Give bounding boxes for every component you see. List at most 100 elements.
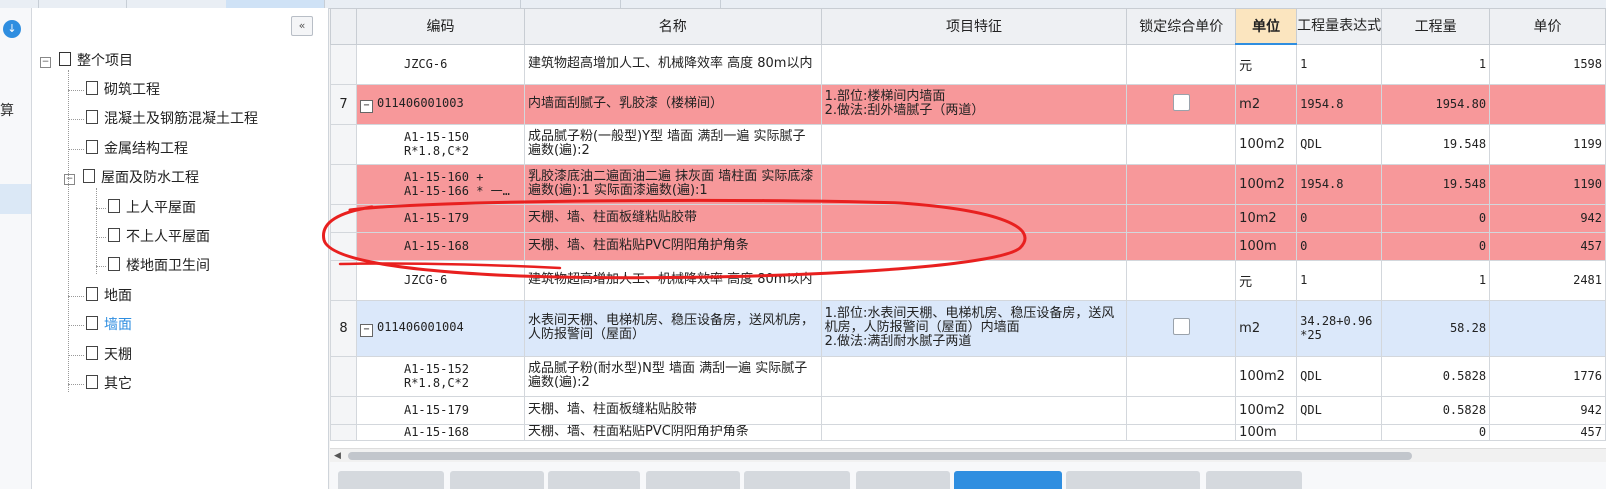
top-tab[interactable] xyxy=(420,0,521,8)
tree-item[interactable]: 不上人平屋面 xyxy=(108,227,210,247)
collapse-toggle-icon[interactable]: − xyxy=(40,57,51,68)
top-tab[interactable] xyxy=(520,0,621,8)
cell-name[interactable]: 天棚、墙、柱面板缝粘贴胶带 xyxy=(523,203,822,233)
cell-name[interactable]: 天棚、墙、柱面粘贴PVC阴阳角护角条 xyxy=(523,231,822,261)
cell-unit[interactable]: 100m2 xyxy=(1235,355,1298,397)
top-tab-active[interactable] xyxy=(226,0,325,8)
header-unit[interactable]: 单位 xyxy=(1235,8,1298,45)
cell-qty[interactable]: 58.28 xyxy=(1381,299,1491,357)
bottom-tab[interactable] xyxy=(1066,471,1200,489)
tree-root[interactable]: − 整个项目 xyxy=(40,51,133,71)
cell-qty[interactable]: 0 xyxy=(1381,231,1491,261)
table-row[interactable]: JZCG-6 建筑物超高增加人工、机械降效率 高度 80m以内元 1 1 2481 xyxy=(330,259,1606,301)
collapse-panel-icon[interactable]: « xyxy=(291,16,313,36)
header-feature[interactable]: 项目特征 xyxy=(820,8,1128,45)
cell-price[interactable]: 457 xyxy=(1489,423,1606,441)
cell-feature[interactable]: 1.部位:楼梯间内墙面 2.做法:刮外墙腻子（两道） xyxy=(820,83,1128,125)
bottom-tab[interactable] xyxy=(744,471,850,489)
cell-qty[interactable]: 1 xyxy=(1381,259,1491,301)
tree-item[interactable]: 天棚 xyxy=(86,345,132,365)
cell-name[interactable]: 乳胶漆底油二遍面油二遍 抹灰面 墙柱面 实际底漆遍数(遍):1 实际面漆遍数(遍… xyxy=(523,163,822,205)
top-tab[interactable] xyxy=(38,0,127,8)
cell-unit[interactable]: 元 xyxy=(1235,43,1298,85)
bottom-tab[interactable] xyxy=(1206,471,1302,489)
cell-name[interactable]: 成品腻子粉(耐水型)N型 墙面 满刮一遍 实际腻子遍数(遍):2 xyxy=(523,355,822,397)
cell-unit[interactable]: 100m2 xyxy=(1235,395,1298,425)
cell-price[interactable]: 457 xyxy=(1489,231,1606,261)
cell-qty[interactable]: 1954.80 xyxy=(1381,83,1491,125)
tree-item[interactable]: 楼地面卫生间 xyxy=(108,256,210,276)
cell-code[interactable]: JZCG-6 xyxy=(355,259,525,301)
cell-code[interactable]: −011406001004 xyxy=(355,299,525,357)
cell-name[interactable]: 建筑物超高增加人工、机械降效率 高度 80m以内 xyxy=(523,259,822,301)
cell-price[interactable]: 2481 xyxy=(1489,259,1606,301)
cell-feature[interactable] xyxy=(820,123,1128,165)
table-row[interactable]: A1-15-168 天棚、墙、柱面粘贴PVC阴阳角护角条 100m 0 0 457 xyxy=(330,231,1606,261)
bottom-tab[interactable] xyxy=(548,471,640,489)
cell-name[interactable]: 内墙面刮腻子、乳胶漆（楼梯间） xyxy=(523,83,822,125)
bottom-tab-active[interactable] xyxy=(954,471,1062,489)
cell-qty-expr[interactable] xyxy=(1296,423,1383,441)
cell-name[interactable]: 建筑物超高增加人工、机械降效率 高度 80m以内 xyxy=(523,43,822,85)
cell-lock[interactable] xyxy=(1126,355,1237,397)
table-row[interactable]: JZCG-6 建筑物超高增加人工、机械降效率 高度 80m以内元 1 1 1598 xyxy=(330,43,1606,85)
cell-qty[interactable]: 0 xyxy=(1381,423,1491,441)
cell-lock[interactable] xyxy=(1126,203,1237,233)
cell-qty-expr[interactable]: 34.28+0.96 *25 xyxy=(1296,299,1383,357)
cell-code[interactable]: JZCG-6 xyxy=(355,43,525,85)
cell-unit[interactable]: 10m2 xyxy=(1235,203,1298,233)
cell-qty-expr[interactable]: 0 xyxy=(1296,203,1383,233)
top-tab[interactable] xyxy=(620,0,721,8)
cell-price[interactable] xyxy=(1489,83,1606,125)
bottom-tab[interactable] xyxy=(856,471,950,489)
cell-unit[interactable]: m2 xyxy=(1235,83,1298,125)
cell-code[interactable]: A1-15-160 + A1-15-166 * 一… xyxy=(355,163,525,205)
cell-unit[interactable]: m2 xyxy=(1235,299,1298,357)
cell-qty[interactable]: 1 xyxy=(1381,43,1491,85)
table-row[interactable]: A1-15-150 R*1.8,C*2 成品腻子粉(一般型)Y型 墙面 满刮一遍 … xyxy=(330,123,1606,165)
cell-lock[interactable] xyxy=(1126,395,1237,425)
cell-code[interactable]: A1-15-179 xyxy=(355,395,525,425)
tree-item[interactable]: 金属结构工程 xyxy=(86,139,188,159)
cell-price[interactable] xyxy=(1489,299,1606,357)
collapse-toggle-icon[interactable]: − xyxy=(359,99,373,113)
table-row[interactable]: A1-15-160 + A1-15-166 * 一… 乳胶漆底油二遍面油二遍 抹灰… xyxy=(330,163,1606,205)
cell-feature[interactable]: 1.部位:水表间天棚、电梯机房、稳压设备房，送风机房，人防报警间（屋面）内墙面 … xyxy=(820,299,1128,357)
cell-qty-expr[interactable]: 1954.8 xyxy=(1296,163,1383,205)
cell-qty-expr[interactable]: QDL xyxy=(1296,123,1383,165)
cell-qty-expr[interactable]: 1 xyxy=(1296,43,1383,85)
tree-item[interactable]: 混凝土及钢筋混凝土工程 xyxy=(86,109,258,129)
table-row[interactable]: A1-15-179 天棚、墙、柱面板缝粘贴胶带 100m2 QDL 0.5828 942 xyxy=(330,395,1606,425)
header-lock-price[interactable]: 锁定综合单价 xyxy=(1126,8,1237,45)
cell-qty[interactable]: 19.548 xyxy=(1381,123,1491,165)
tree-item[interactable]: 墙面 xyxy=(86,315,132,335)
cell-unit[interactable]: 100m xyxy=(1235,423,1298,441)
cell-feature[interactable] xyxy=(820,355,1128,397)
cell-name[interactable]: 天棚、墙、柱面粘贴PVC阴阳角护角条 xyxy=(523,423,822,441)
header-price[interactable]: 单价 xyxy=(1489,8,1606,45)
table-row[interactable]: A1-15-179 天棚、墙、柱面板缝粘贴胶带 10m2 0 0 942 xyxy=(330,203,1606,233)
bottom-tab[interactable] xyxy=(338,471,444,489)
cell-code[interactable]: A1-15-168 xyxy=(355,423,525,441)
cell-feature[interactable] xyxy=(820,259,1128,301)
scrollbar-thumb[interactable] xyxy=(348,452,1412,460)
cell-lock[interactable] xyxy=(1126,299,1237,357)
cell-price[interactable]: 942 xyxy=(1489,203,1606,233)
tree-item[interactable]: 地面 xyxy=(86,286,132,306)
cell-feature[interactable] xyxy=(820,395,1128,425)
header-code[interactable]: 编码 xyxy=(355,8,525,45)
table-row[interactable]: A1-15-168 天棚、墙、柱面粘贴PVC阴阳角护角条 100m 0 457 xyxy=(330,423,1606,441)
cell-qty[interactable]: 0.5828 xyxy=(1381,395,1491,425)
header-qty[interactable]: 工程量 xyxy=(1381,8,1491,45)
tree-item[interactable]: − 屋面及防水工程 xyxy=(64,168,199,188)
collapse-toggle-icon[interactable]: − xyxy=(359,323,373,337)
cell-code[interactable]: A1-15-152 R*1.8,C*2 xyxy=(355,355,525,397)
cell-feature[interactable] xyxy=(820,203,1128,233)
collapse-toggle-icon[interactable]: − xyxy=(64,174,75,186)
cell-feature[interactable] xyxy=(820,43,1128,85)
top-tab[interactable] xyxy=(0,0,39,8)
cell-qty-expr[interactable]: 1 xyxy=(1296,259,1383,301)
tree-item[interactable]: 上人平屋面 xyxy=(108,198,196,218)
table-row[interactable]: 8−011406001004 水表间天棚、电梯机房、稳压设备房，送风机房，人防报警… xyxy=(330,299,1606,357)
bottom-tab[interactable] xyxy=(450,471,544,489)
